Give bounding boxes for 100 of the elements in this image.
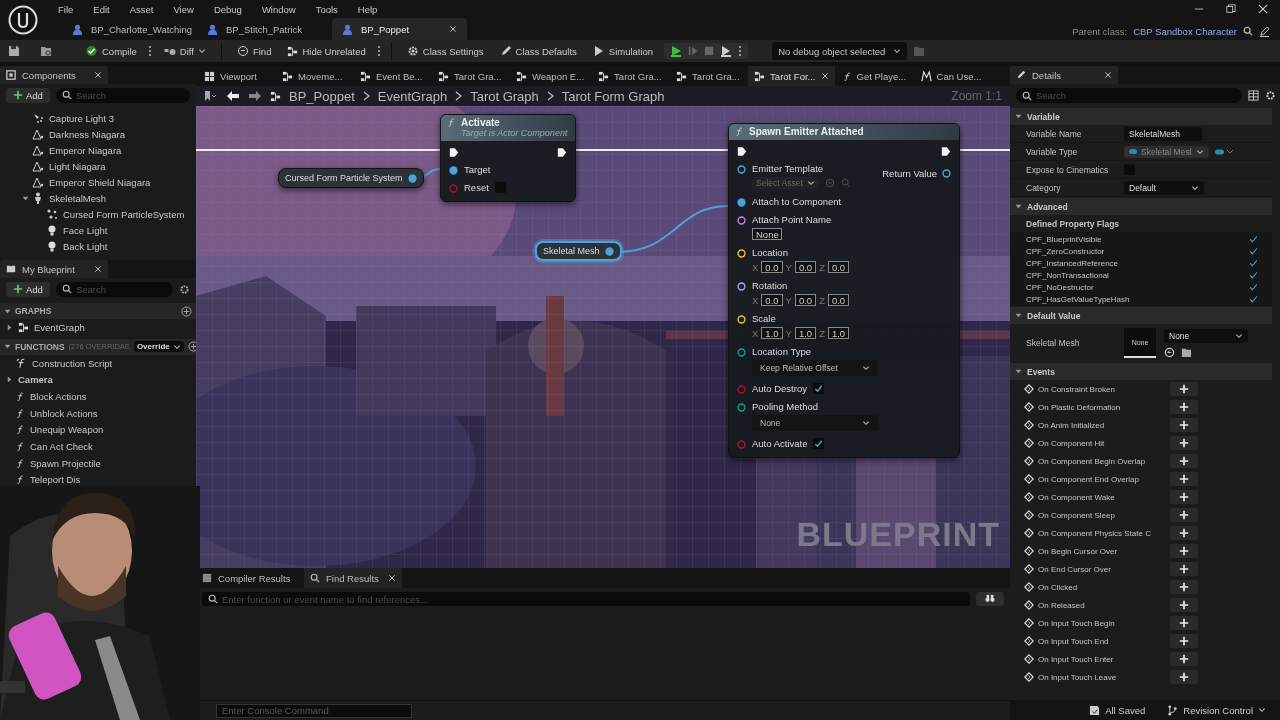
section-header[interactable]: Advanced xyxy=(1027,201,1068,212)
graph-tab[interactable]: Get Playe... xyxy=(836,66,913,86)
menu-item[interactable]: Debug xyxy=(203,3,252,15)
property-label: Skeletal Mesh xyxy=(1026,338,1081,348)
search-field[interactable]: Search xyxy=(1016,88,1242,103)
section-header[interactable]: FUNCTIONS xyxy=(15,341,65,352)
tree-item[interactable]: Capture Light 3 xyxy=(32,112,114,124)
tree-item[interactable]: Darkness Niagara xyxy=(32,128,126,140)
graph-tab[interactable]: Tarot Gra... xyxy=(670,66,747,86)
category-item[interactable]: Camera xyxy=(18,374,53,386)
graph-tab[interactable]: Tarot Gra... xyxy=(592,66,669,86)
event-name: On Input Touch Begin xyxy=(1038,618,1116,628)
menu-item[interactable]: File xyxy=(48,3,84,15)
event-name: On Input Touch End xyxy=(1038,636,1110,646)
function-item[interactable]: Can Act Check xyxy=(16,440,93,452)
flag-label: CPF_NoDestructor xyxy=(1026,282,1094,292)
text-field[interactable]: SkeletalMesh xyxy=(1124,126,1202,141)
results-tab[interactable]: Find Results xyxy=(304,568,402,588)
graph-tab[interactable]: Event Be... xyxy=(354,66,430,86)
tree-item[interactable]: SkeletalMesh xyxy=(32,192,107,204)
diff-button[interactable]: Diff xyxy=(157,41,211,61)
event-name: On Clicked xyxy=(1038,582,1079,592)
simulation-button[interactable]: Simulation xyxy=(587,41,659,61)
property-label: Variable Type xyxy=(1026,146,1079,157)
override-dropdown[interactable]: Override xyxy=(133,341,184,353)
breadcrumb-item[interactable]: BP_Poppet xyxy=(289,88,355,104)
menu-item[interactable]: Asset xyxy=(119,3,164,15)
breadcrumb-item[interactable]: EventGraph xyxy=(377,88,448,104)
graph-item[interactable]: EventGraph xyxy=(18,321,85,333)
flag-label: CPF_NonTransactional xyxy=(1026,270,1109,280)
section-header[interactable]: Events xyxy=(1027,366,1055,377)
panel-tab[interactable]: My Blueprint xyxy=(0,260,108,278)
function-item[interactable]: Teleport Dis xyxy=(16,474,81,486)
console-field[interactable]: Enter Console Command xyxy=(216,703,412,718)
compile-button[interactable]: Compile xyxy=(80,41,142,61)
event-name: On Component Hit xyxy=(1038,438,1106,448)
debug-object-dropdown[interactable]: No debug object selected xyxy=(772,42,908,60)
menu-item[interactable]: Tools xyxy=(305,3,348,15)
save-status[interactable]: All Saved xyxy=(1089,704,1146,716)
graph-tab[interactable]: Weapon E... xyxy=(510,66,591,86)
panel-tab[interactable]: Components xyxy=(0,66,108,84)
add-button[interactable]: Add xyxy=(6,87,50,103)
flag-label: CPF_BlueprintVisible xyxy=(1026,234,1102,244)
search-field[interactable]: Search xyxy=(55,87,190,103)
event-name: On Component End Overlap xyxy=(1038,474,1140,484)
tree-item[interactable]: Cursed Form ParticleSystem xyxy=(46,208,185,220)
tree-item[interactable]: Emperor Shield Niagara xyxy=(32,176,151,188)
function-item[interactable]: Construction Script xyxy=(16,357,113,369)
class-settings-button[interactable]: Class Settings xyxy=(401,41,489,61)
document-tab[interactable]: BP_Poppet xyxy=(332,18,467,40)
breadcrumb-item[interactable]: Tarot Form Graph xyxy=(561,88,665,104)
flag-label: CPF_InstancedReference xyxy=(1026,258,1119,268)
function-item[interactable]: Unblock Actions xyxy=(16,407,98,419)
graph-tab[interactable]: Tarot For... xyxy=(748,66,835,86)
event-name: On Constraint Broken xyxy=(1038,384,1116,394)
event-name: On Input Touch Leave xyxy=(1038,672,1118,682)
event-name: On End Cursor Over xyxy=(1038,564,1112,574)
event-name: On Component Sleep xyxy=(1038,510,1116,520)
menu-item[interactable]: View xyxy=(163,3,204,15)
function-item[interactable]: Unequip Weapon xyxy=(16,424,104,436)
menu-item[interactable]: Help xyxy=(347,3,388,15)
event-name: On Released xyxy=(1038,600,1086,610)
section-header[interactable]: Default Value xyxy=(1027,310,1081,321)
menu-item[interactable]: Edit xyxy=(83,3,120,15)
tree-item[interactable]: Emperor Niagara xyxy=(32,144,122,156)
find-button[interactable]: Find xyxy=(231,41,277,61)
revision-control-button[interactable]: Revision Control xyxy=(1167,704,1266,716)
event-name: On Begin Cursor Over xyxy=(1038,546,1119,556)
event-name: On Anim Initialized xyxy=(1038,420,1106,430)
breadcrumb-item[interactable]: Tarot Graph xyxy=(470,88,539,104)
event-name: On Component Wake xyxy=(1038,492,1116,502)
tree-item[interactable]: Back Light xyxy=(46,240,108,252)
parent-class-link[interactable]: CBP Sandbox Character xyxy=(1133,25,1237,37)
graph-tab[interactable]: Tarot Gra... xyxy=(432,66,508,86)
dropdown[interactable]: Default xyxy=(1124,180,1204,195)
parent-class-label: Parent class: xyxy=(1072,25,1128,37)
event-name: On Plastic Deformation xyxy=(1038,402,1122,412)
flag-label: CPF_HasGetValueTypeHash xyxy=(1026,294,1130,304)
graph-tab[interactable]: Viewport xyxy=(198,66,274,86)
results-tab[interactable]: Compiler Results xyxy=(196,568,302,588)
hide-unrelated-button[interactable]: Hide Unrelated xyxy=(282,41,371,61)
dropdown[interactable]: None xyxy=(1164,328,1248,343)
tree-item[interactable]: Light Niagara xyxy=(32,160,106,172)
type-dropdown[interactable]: Skeletal Mesl xyxy=(1124,145,1209,158)
search-field[interactable]: Search xyxy=(55,281,173,297)
menu-item[interactable]: Window xyxy=(251,3,306,15)
graph-tab[interactable]: Moveme... xyxy=(276,66,352,86)
add-button[interactable]: Add xyxy=(6,281,50,297)
document-tab[interactable]: BP_Charlotte_Watching xyxy=(62,18,197,40)
flag-label: CPF_ZeroConstructor xyxy=(1026,246,1105,256)
function-item[interactable]: Spawn Projectile xyxy=(16,457,101,469)
graph-tab[interactable]: Can Use... xyxy=(914,66,991,86)
function-item[interactable]: Block Actions xyxy=(16,390,87,402)
class-defaults-button[interactable]: Class Defaults xyxy=(494,41,582,61)
tree-item[interactable]: Face Light xyxy=(46,224,108,236)
document-tab[interactable]: BP_Stitch_Patrick xyxy=(197,18,332,40)
event-name: On Input Touch Enter xyxy=(1038,654,1115,664)
zoom-level: Zoom 1:1 xyxy=(951,89,1002,103)
panel-tab[interactable]: Details xyxy=(1010,66,1118,84)
section-header[interactable]: Variable xyxy=(1027,111,1060,122)
